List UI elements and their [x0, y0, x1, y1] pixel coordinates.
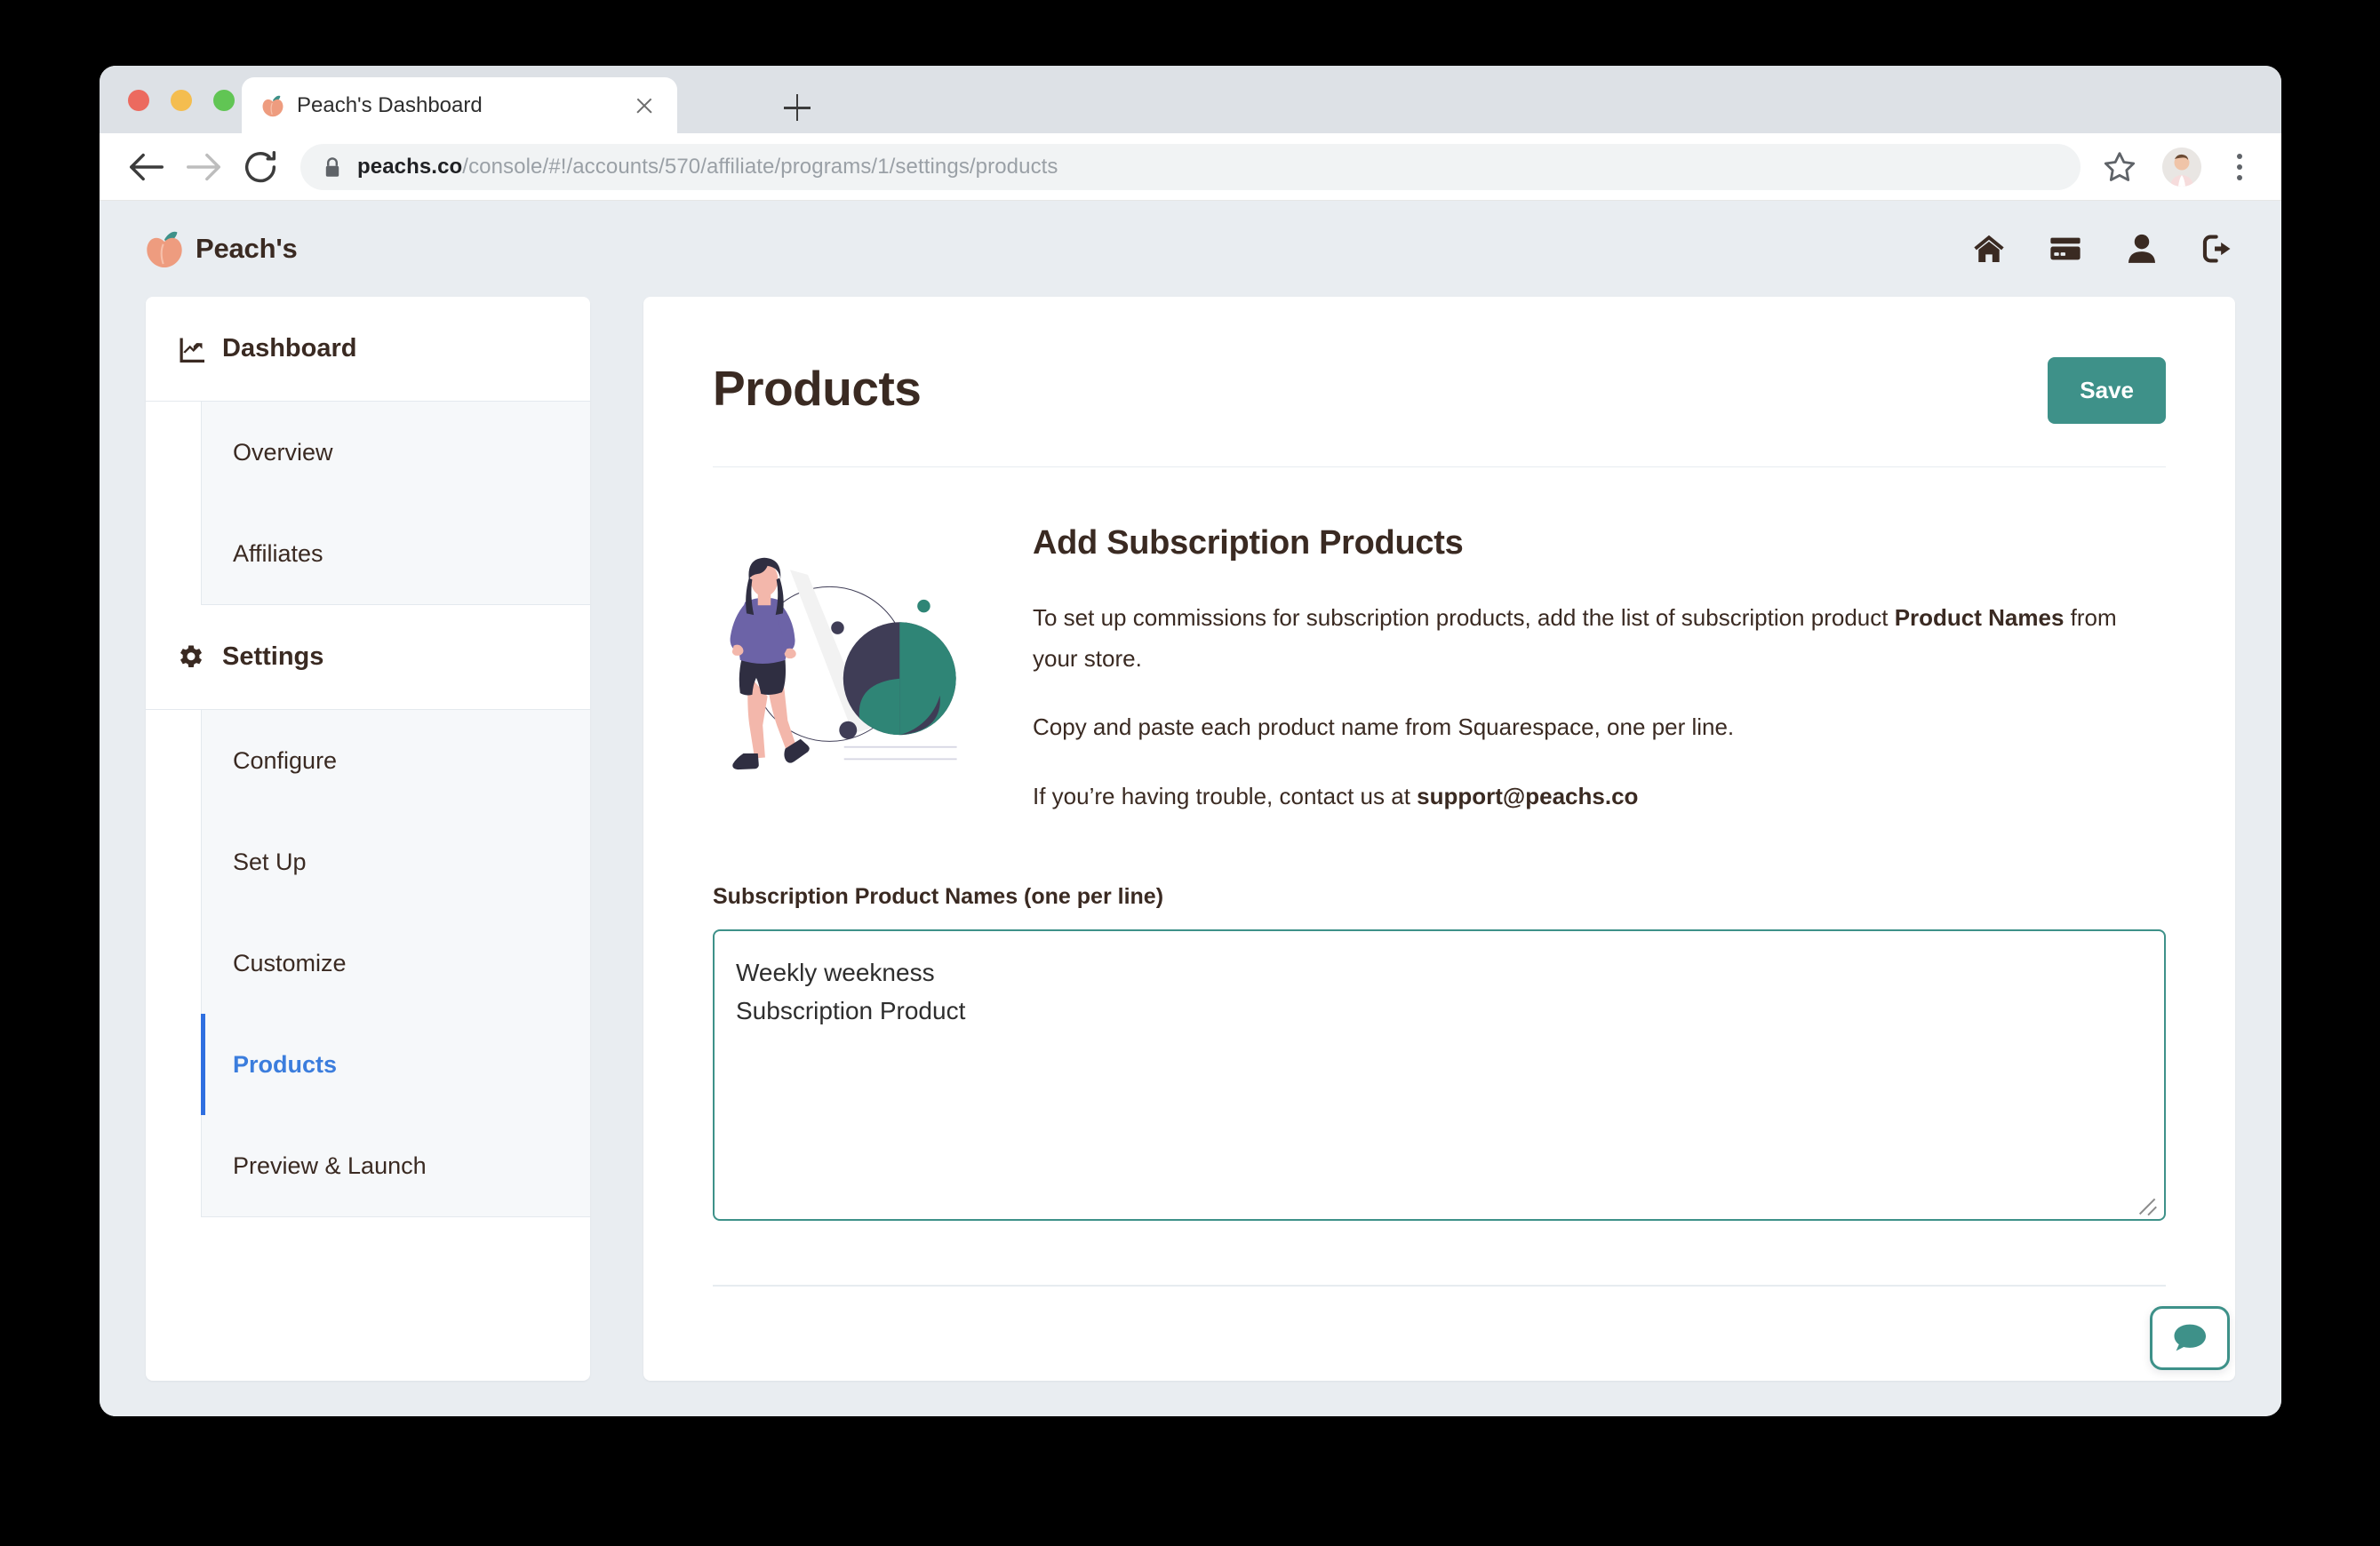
close-tab-icon[interactable] — [631, 92, 658, 119]
menu-dot — [2237, 154, 2242, 159]
content-card: Products Save — [643, 297, 2235, 1381]
header-actions — [1972, 232, 2235, 266]
chart-line-icon — [178, 336, 204, 363]
sidebar-item-products[interactable]: Products — [202, 1014, 590, 1115]
address-bar[interactable]: peachs.co/console/#!/accounts/570/affili… — [300, 144, 2081, 190]
new-tab-icon[interactable] — [784, 94, 811, 121]
product-names-label: Subscription Product Names (one per line… — [713, 884, 2166, 910]
browser-toolbar: peachs.co/console/#!/accounts/570/affili… — [100, 133, 2281, 201]
bookmark-star-icon[interactable] — [2102, 149, 2137, 185]
credit-card-icon[interactable] — [2049, 232, 2082, 266]
window-controls — [128, 90, 235, 111]
peach-favicon-icon — [261, 94, 284, 117]
textarea-wrapper — [713, 929, 2166, 1221]
intro-paragraph-2: Copy and paste each product name from Sq… — [1033, 707, 2166, 748]
content-header: Products Save — [713, 357, 2166, 467]
sign-out-icon[interactable] — [2201, 232, 2235, 266]
url-path: /console/#!/accounts/570/affiliate/progr… — [462, 155, 1058, 179]
sidebar-sublist-dashboard: Overview Affiliates — [201, 402, 590, 605]
section-divider — [713, 1285, 2166, 1287]
woman-with-pie-chart-illustration — [713, 524, 970, 781]
product-names-textarea[interactable] — [713, 929, 2166, 1221]
browser-window: Peach's Dashboard peachs.co/console/#!/a… — [100, 66, 2281, 1416]
sidebar-item-set-up[interactable]: Set Up — [202, 811, 590, 912]
app-header: Peach's — [100, 201, 2281, 297]
intro-p1-bold: Product Names — [1895, 604, 2065, 631]
user-icon[interactable] — [2125, 232, 2159, 266]
menu-dot — [2237, 175, 2242, 180]
sidebar-group-dashboard[interactable]: Dashboard — [146, 297, 590, 402]
intro-p1-before: To set up commissions for subscription p… — [1033, 604, 1895, 631]
url-host: peachs.co — [357, 155, 462, 179]
minimize-window-button[interactable] — [171, 90, 192, 111]
reload-icon[interactable] — [240, 147, 281, 187]
close-window-button[interactable] — [128, 90, 149, 111]
support-email: support@peachs.co — [1417, 783, 1638, 809]
intro-paragraph-3: If you’re having trouble, contact us at … — [1033, 777, 2166, 817]
intro-p3-before: If you’re having trouble, contact us at — [1033, 783, 1417, 809]
tab-title: Peach's Dashboard — [297, 93, 631, 118]
app-viewport: Peach's — [100, 201, 2281, 1416]
sidebar-item-customize[interactable]: Customize — [202, 912, 590, 1014]
lock-icon — [323, 156, 341, 178]
sidebar-group-settings[interactable]: Settings — [146, 605, 590, 710]
intro-paragraph-1: To set up commissions for subscription p… — [1033, 598, 2166, 679]
intro-heading: Add Subscription Products — [1033, 524, 2166, 562]
app-body: Dashboard Overview Affiliates Settings — [100, 297, 2281, 1381]
address-bar-text: peachs.co/console/#!/accounts/570/affili… — [357, 155, 1058, 179]
sidebar-item-configure[interactable]: Configure — [202, 710, 590, 811]
chat-bubble-icon — [2171, 1319, 2208, 1357]
product-names-field-block: Subscription Product Names (one per line… — [713, 817, 2166, 1287]
save-button[interactable]: Save — [2048, 357, 2166, 424]
profile-avatar[interactable] — [2162, 147, 2201, 187]
sidebar-item-overview[interactable]: Overview — [202, 402, 590, 503]
gear-icon — [178, 644, 204, 671]
brand-name: Peach's — [196, 233, 298, 265]
maximize-window-button[interactable] — [213, 90, 235, 111]
chat-widget-button[interactable] — [2150, 1306, 2230, 1370]
sidebar-item-affiliates[interactable]: Affiliates — [202, 503, 590, 604]
sidebar-group-label: Dashboard — [222, 334, 356, 363]
menu-dot — [2237, 164, 2242, 170]
browser-tabstrip: Peach's Dashboard — [100, 66, 2281, 133]
brand[interactable]: Peach's — [146, 228, 298, 269]
browser-menu-icon[interactable] — [2224, 147, 2255, 187]
home-icon[interactable] — [1972, 232, 2006, 266]
sidebar-sublist-settings: Configure Set Up Customize Products Prev… — [201, 710, 590, 1217]
sidebar-group-label: Settings — [222, 642, 323, 672]
browser-tab[interactable]: Peach's Dashboard — [242, 77, 677, 133]
sidebar: Dashboard Overview Affiliates Settings — [146, 297, 590, 1381]
page-title: Products — [713, 357, 921, 413]
forward-arrow-icon[interactable] — [183, 147, 224, 187]
peach-logo-icon — [146, 228, 183, 269]
back-arrow-icon[interactable] — [126, 147, 167, 187]
sidebar-item-preview-launch[interactable]: Preview & Launch — [202, 1115, 590, 1216]
intro-copy: Add Subscription Products To set up comm… — [1006, 524, 2166, 817]
intro-section: Add Subscription Products To set up comm… — [713, 467, 2166, 817]
